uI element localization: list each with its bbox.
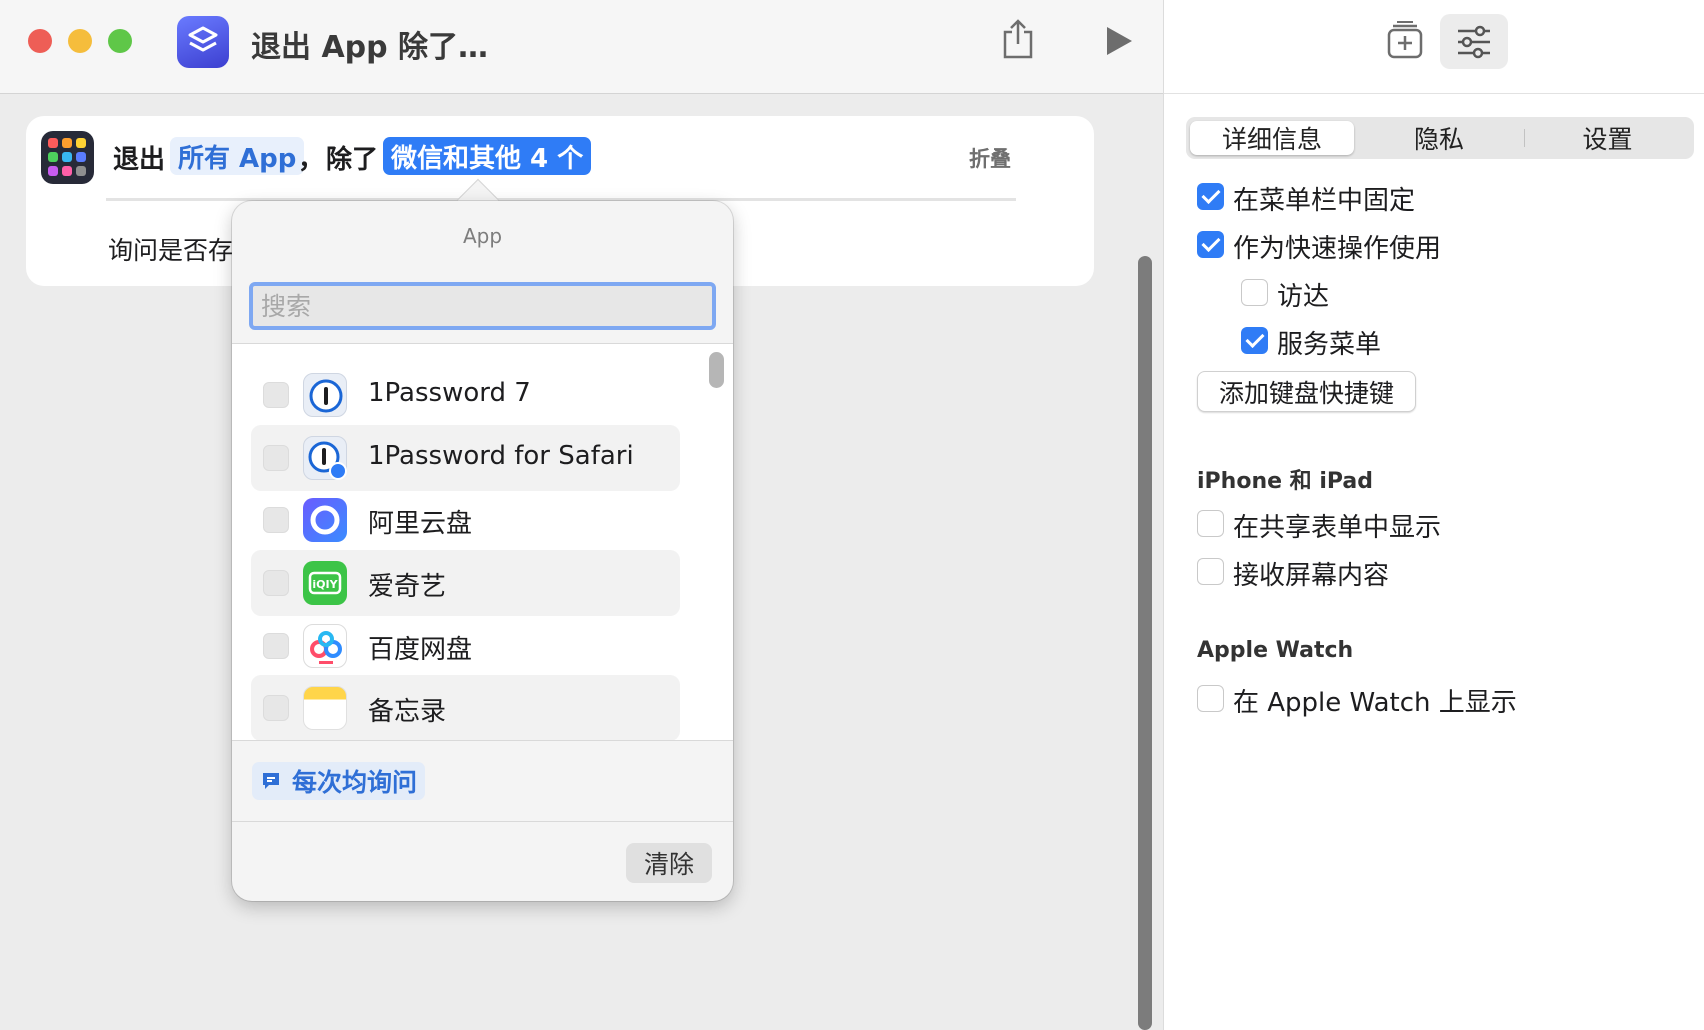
list-item[interactable]: 1Password for Safari	[251, 425, 680, 491]
app-checkbox[interactable]	[263, 633, 289, 659]
popover-title: App	[462, 224, 503, 248]
list-scrollbar[interactable]	[709, 352, 724, 388]
app-checkbox[interactable]	[263, 382, 289, 408]
app-name: 1Password 7	[368, 378, 531, 408]
target-app-token[interactable]: 所有 App	[170, 137, 305, 175]
baidu-netdisk-icon	[303, 624, 347, 668]
receive-screen-label: 接收屏幕内容	[1233, 561, 1390, 591]
clear-button[interactable]: 清除	[626, 843, 712, 883]
close-window-button[interactable]	[28, 29, 52, 53]
ask-every-time-button[interactable]: 每次均询问	[252, 762, 426, 800]
finder-checkbox[interactable]	[1241, 279, 1268, 306]
tab-privacy[interactable]: 隐私	[1354, 121, 1524, 155]
apple-watch-heading: Apple Watch	[1197, 638, 1354, 663]
except-label: 除了	[326, 145, 379, 175]
list-item[interactable]: iQIY 爱奇艺	[251, 550, 680, 616]
settings-sliders-button[interactable]	[1440, 14, 1508, 69]
app-list[interactable]: 1Password 7 1Password for Safari 阿里云盘 iQ…	[232, 343, 733, 741]
tab-settings[interactable]: 设置	[1525, 121, 1690, 155]
services-menu-checkbox[interactable]	[1241, 327, 1268, 354]
app-name: 百度网盘	[368, 635, 473, 665]
inspector-tabs: 详细信息 隐私 设置	[1186, 117, 1694, 159]
list-item[interactable]: 百度网盘	[251, 613, 680, 679]
aliyun-drive-icon	[303, 498, 347, 542]
show-on-watch-label: 在 Apple Watch 上显示	[1233, 688, 1517, 718]
app-name: 阿里云盘	[368, 509, 473, 539]
chat-bubble-icon	[263, 773, 279, 789]
pin-menubar-label: 在菜单栏中固定	[1233, 186, 1416, 216]
list-item[interactable]: 1Password 7	[251, 362, 680, 428]
inspector-panel: 详细信息 隐私 设置 在菜单栏中固定 作为快速操作使用 访达 服务菜单 添加键盘…	[1163, 0, 1704, 1030]
add-keyboard-shortcut-button[interactable]: 添加键盘快捷键	[1197, 371, 1416, 412]
1password-icon	[303, 373, 347, 417]
quick-action-checkbox[interactable]	[1197, 231, 1224, 258]
list-item[interactable]: 备忘录	[251, 675, 680, 740]
popover-divider	[232, 821, 733, 822]
fold-button[interactable]: 折叠	[969, 143, 1011, 173]
quit-app-action-icon	[41, 131, 94, 184]
pin-menubar-checkbox[interactable]	[1197, 183, 1224, 210]
sliders-icon	[1458, 25, 1490, 59]
list-item[interactable]: 阿里云盘	[251, 487, 680, 553]
action-separator: ，	[298, 145, 325, 175]
ask-save-text: 询问是否存	[108, 236, 234, 265]
quick-action-label: 作为快速操作使用	[1233, 234, 1442, 264]
show-on-watch-checkbox[interactable]	[1197, 685, 1224, 712]
app-name: 备忘录	[368, 697, 447, 727]
app-picker-popover: App 1Password 7 1Password for Safari 阿里云…	[232, 201, 733, 901]
app-checkbox[interactable]	[263, 507, 289, 533]
app-checkbox[interactable]	[263, 570, 289, 596]
svg-text:iQIY: iQIY	[312, 578, 338, 591]
services-menu-label: 服务菜单	[1277, 330, 1382, 360]
notes-icon	[303, 686, 347, 730]
app-name: 爱奇艺	[368, 572, 447, 602]
finder-label: 访达	[1277, 282, 1330, 312]
share-sheet-label: 在共享表单中显示	[1233, 513, 1442, 543]
action-verb: 退出	[113, 145, 166, 175]
editor-scrollbar[interactable]	[1138, 256, 1152, 1030]
inspector-toolbar	[1164, 0, 1704, 94]
tab-details[interactable]: 详细信息	[1190, 121, 1354, 155]
share-icon[interactable]	[1001, 18, 1035, 64]
iqiyi-icon: iQIY	[303, 561, 347, 605]
app-checkbox[interactable]	[263, 695, 289, 721]
share-sheet-checkbox[interactable]	[1197, 510, 1224, 537]
add-to-library-icon[interactable]	[1385, 20, 1425, 64]
zoom-window-button[interactable]	[108, 29, 132, 53]
shortcut-icon[interactable]	[177, 16, 229, 68]
receive-screen-checkbox[interactable]	[1197, 558, 1224, 585]
iphone-ipad-heading: iPhone 和 iPad	[1197, 469, 1374, 494]
run-icon[interactable]	[1104, 25, 1134, 61]
ask-every-time-label: 每次均询问	[292, 768, 418, 797]
app-name: 1Password for Safari	[368, 441, 634, 471]
search-input[interactable]	[249, 282, 716, 330]
except-apps-token[interactable]: 微信和其他 4 个	[383, 137, 592, 175]
1password-safari-icon	[303, 436, 347, 480]
title-bar: 退出 App 除了…	[0, 0, 1163, 94]
minimize-window-button[interactable]	[68, 29, 92, 53]
window-title[interactable]: 退出 App 除了…	[251, 22, 488, 66]
app-checkbox[interactable]	[263, 445, 289, 471]
